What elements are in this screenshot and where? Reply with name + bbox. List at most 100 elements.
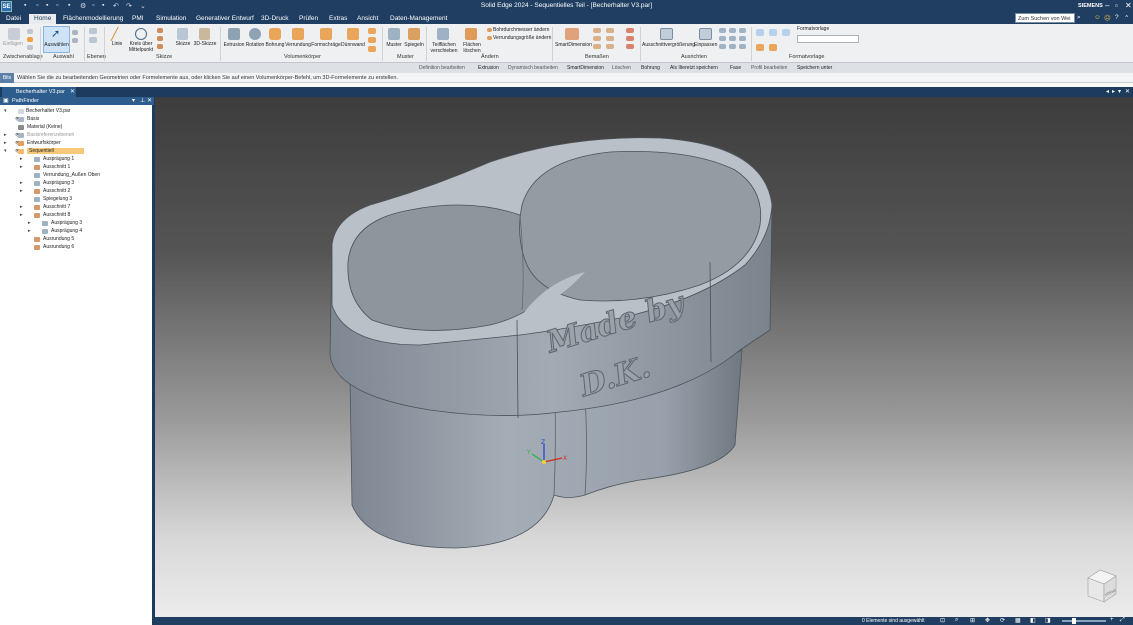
part-painter-icon[interactable] [756, 44, 764, 51]
tree-expand-icon[interactable]: ▸ [28, 220, 31, 226]
expand-root-icon[interactable]: ▾ [4, 108, 7, 114]
tab-ansicht[interactable]: Ansicht [357, 15, 378, 22]
tree-expand-icon[interactable]: ▸ [28, 228, 31, 234]
tab-scroll-left-icon[interactable]: ◂ [1106, 88, 1109, 95]
round-size-button[interactable]: Verrundungsgröße ändern [493, 35, 551, 42]
tree-expand-icon[interactable]: ▸ [20, 180, 23, 186]
graphics-viewport[interactable]: Made by D.K. Z X Y VORNE [155, 97, 1133, 617]
thicken-icon[interactable] [368, 28, 376, 34]
view-top-icon[interactable] [729, 36, 736, 41]
coordinate-dimension-icon[interactable] [593, 44, 601, 49]
zoom-slider[interactable] [1062, 620, 1106, 622]
dimension-style-icon[interactable] [626, 28, 634, 33]
sketch-3d-button[interactable]: 3D-Skizze [193, 41, 217, 48]
plane-icon[interactable] [89, 28, 97, 34]
dimension-lock-icon[interactable] [626, 36, 634, 41]
tree-expand-icon[interactable]: ▸ [20, 164, 23, 170]
tree-item[interactable]: Verrundung_Außen Oben [43, 172, 100, 178]
sketch-button[interactable]: Skizze [172, 41, 194, 48]
fullscreen-icon[interactable]: ⤢ [1120, 617, 1125, 624]
search-icon[interactable]: ⌕ [1077, 14, 1081, 22]
tab-home[interactable]: Home [29, 14, 57, 24]
cmd-extrusion[interactable]: Extrusion [478, 65, 499, 71]
fit-status-icon[interactable]: ⊞ [970, 617, 975, 624]
pan-status-icon[interactable]: ✥ [985, 617, 990, 624]
zoom-icon[interactable] [719, 28, 726, 33]
view-trimetric-icon[interactable] [739, 44, 746, 49]
display-shaded-icon[interactable] [782, 29, 790, 36]
tree-item[interactable]: Ausschnitt 7 [43, 204, 70, 210]
tree-item[interactable]: Ausprägung 3 [51, 220, 82, 226]
close-document-icon[interactable]: ✕ [1125, 88, 1130, 95]
tab-datei[interactable]: Datei [6, 15, 21, 22]
view-front-icon[interactable] [729, 28, 736, 33]
tab-pmi[interactable]: PMI [132, 15, 144, 22]
thin-wall-button[interactable]: Dünnwand [340, 42, 366, 49]
symmetric-icon[interactable] [606, 28, 614, 33]
delete-faces-button[interactable]: Flächen löschen [460, 42, 484, 54]
tree-root[interactable]: Becherhalter V3.par [26, 108, 70, 114]
select-box-icon[interactable] [72, 38, 78, 43]
tab-list-icon[interactable]: ▾ [1118, 88, 1121, 95]
trim-icon[interactable] [157, 44, 163, 49]
document-tab[interactable]: Becherhalter V3.par [2, 87, 76, 97]
tree-item[interactable]: Ausprägung 4 [51, 228, 82, 234]
pattern-button[interactable]: Muster [383, 42, 405, 49]
display-style-icon[interactable] [756, 29, 764, 36]
draft-button[interactable]: Formschräge [311, 42, 341, 49]
copy-icon[interactable] [27, 45, 33, 50]
paste-button[interactable]: Einfügen [2, 41, 24, 48]
tree-item[interactable]: Ausschnitt 1 [43, 164, 70, 170]
views-status-icon[interactable]: ▦ [1015, 617, 1021, 624]
move-faces-button[interactable]: Teilflächen verschieben [428, 42, 460, 54]
tree-expand-icon[interactable]: ▸ [4, 140, 7, 146]
command-search-input[interactable]: Zum Suchen von Wei [1015, 13, 1075, 23]
hole-diameter-button[interactable]: Bohrdurchmesser ändern [493, 27, 549, 34]
tab-extras[interactable]: Extras [329, 15, 347, 22]
close-tab-icon[interactable]: ✕ [70, 88, 75, 95]
tab-flaechenmodellierung[interactable]: Flächenmodellierung [63, 15, 123, 22]
distance-icon[interactable] [593, 28, 601, 33]
cut-icon[interactable] [27, 29, 33, 34]
tab-3d-druck[interactable]: 3D-Druck [261, 15, 288, 22]
view-right-icon[interactable] [729, 44, 736, 49]
display-edges-icon[interactable] [769, 29, 777, 36]
line-button[interactable]: Linie [106, 41, 128, 48]
view-cube[interactable]: VORNE [1087, 569, 1117, 603]
angle-chamfer-icon[interactable] [606, 44, 614, 49]
tab-daten-management[interactable]: Daten-Management [390, 15, 447, 22]
tree-item[interactable]: Ausprägung 3 [43, 180, 74, 186]
smart-dimension-button[interactable]: SmartDimension [555, 42, 592, 49]
circle-button[interactable]: Kreis über Mittelpunkt [126, 41, 156, 53]
rotate-status-icon[interactable]: ⟳ [1000, 617, 1005, 624]
cmd-bohrung[interactable]: Bohrung [641, 65, 660, 71]
close-icon[interactable]: ✕ [1125, 1, 1132, 10]
tree-item[interactable]: Basis [27, 116, 39, 122]
tree-item[interactable]: Material (Keine) [27, 124, 62, 130]
cmd-als-speichern[interactable]: Als Ilteretzt speichern [670, 65, 718, 71]
tree-item[interactable]: Spiegelung 3 [43, 196, 72, 202]
tree-expand-icon[interactable]: ▸ [4, 132, 7, 138]
tree-item[interactable]: Ausschnitt 8 [43, 212, 70, 218]
tree-item[interactable]: Ausrundung 5 [43, 236, 74, 242]
cmd-profil-bearbeiten[interactable]: Profil bearbeiten [751, 65, 787, 71]
shading-status-icon[interactable]: ◨ [1045, 617, 1051, 624]
zoom-area-status-icon[interactable]: ⊡ [940, 617, 945, 624]
view-dimetric-icon[interactable] [739, 36, 746, 41]
cmd-definition-bearbeiten[interactable]: Definition bearbeiten [419, 65, 465, 71]
minimize-icon[interactable]: – [1105, 1, 1109, 10]
format-template-dropdown[interactable] [797, 35, 859, 43]
hole-button[interactable]: Bohrung [264, 42, 286, 49]
tree-item[interactable]: Ausprägung 1 [43, 156, 74, 162]
zoom-slider-handle[interactable] [1072, 618, 1076, 624]
cmd-dynamisch-bearbeiten[interactable]: Dynamisch bearbeiten [508, 65, 558, 71]
select-filter-icon[interactable] [72, 30, 78, 35]
rib-icon[interactable] [368, 37, 376, 43]
frown-icon[interactable]: ☹ [1104, 14, 1111, 22]
pan-icon[interactable] [719, 36, 726, 41]
tree-expand-icon[interactable]: ▸ [20, 156, 23, 162]
help-icon[interactable]: ? [1115, 14, 1119, 21]
rectangle-icon[interactable] [157, 36, 163, 41]
prompt-bar-label[interactable]: Bits [0, 73, 14, 83]
slider-plus-icon[interactable]: + [1110, 617, 1114, 623]
